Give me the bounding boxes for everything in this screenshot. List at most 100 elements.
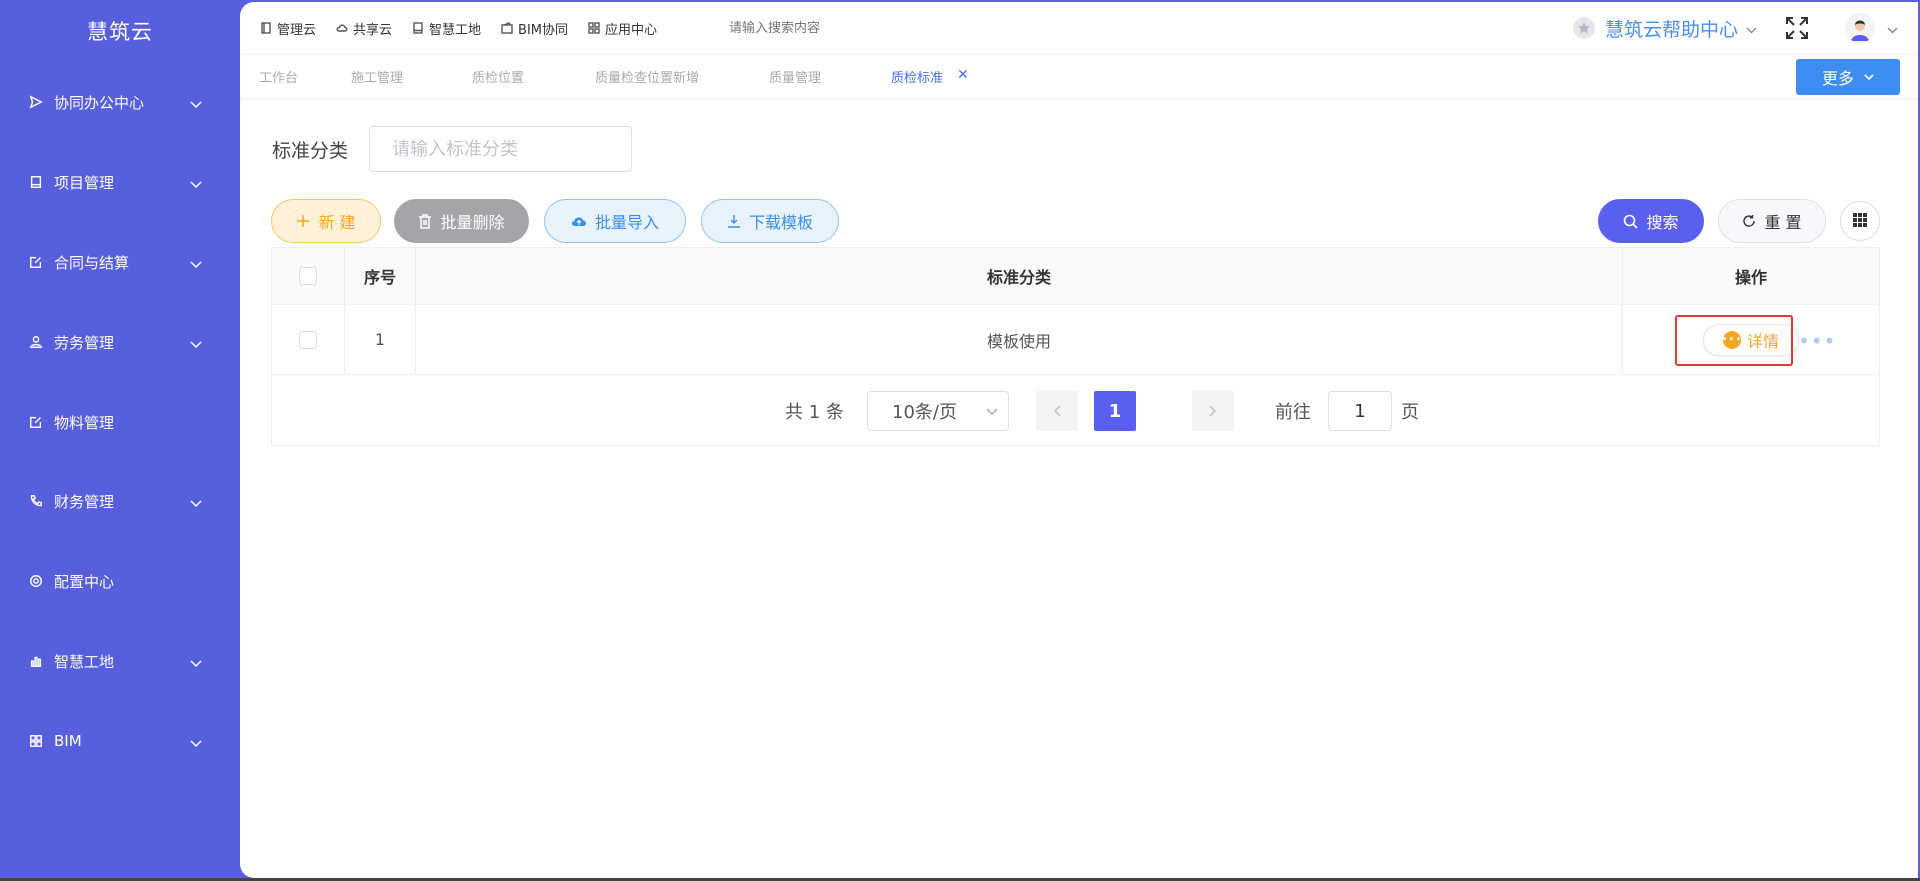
plus-icon [296, 214, 310, 228]
topnav-label: 智慧工地 [429, 22, 482, 38]
sidebar-item-label: 智慧工地 [54, 652, 115, 671]
chevron-down-icon [986, 408, 998, 416]
new-button[interactable]: 新 建 [271, 199, 381, 243]
page-suffix: 页 [1401, 402, 1419, 423]
main-panel: 管理云 共享云 智慧工地 BIM协同 应用中心 慧筑云帮助中心 [240, 2, 1918, 878]
batch-import-label: 批量导入 [594, 213, 659, 232]
topnav-bim-collab[interactable]: BIM协同 [501, 19, 568, 38]
row-checkbox-cell [272, 305, 345, 374]
user-icon [28, 334, 44, 350]
book-icon [28, 174, 44, 190]
topnav-shared-cloud[interactable]: 共享云 [336, 19, 392, 38]
next-page-button[interactable] [1192, 391, 1234, 431]
search-button-label: 搜索 [1646, 213, 1679, 232]
topnav-label: 共享云 [353, 22, 393, 38]
tab-workbench[interactable]: 工作台 [259, 67, 298, 86]
top-search-input[interactable] [729, 14, 930, 42]
tab-inspection-location-add[interactable]: 质量检查位置新增 [595, 67, 699, 86]
page-size-value: 10条/页 [892, 402, 957, 423]
topnav-management-cloud[interactable]: 管理云 [260, 19, 316, 38]
chevron-down-icon[interactable] [1746, 19, 1757, 38]
cloud-upload-icon [571, 215, 587, 227]
select-all-checkbox[interactable] [299, 267, 317, 285]
fullscreen-icon[interactable] [1785, 16, 1809, 40]
reset-button-label: 重 置 [1764, 213, 1802, 232]
tab-construction[interactable]: 施工管理 [351, 67, 403, 86]
detail-button[interactable]: ••• 详情 [1703, 323, 1799, 356]
cloud-icon [336, 22, 348, 34]
tab-close-icon[interactable]: ✕ [957, 67, 969, 83]
top-nav: 管理云 共享云 智慧工地 BIM协同 应用中心 [240, 2, 930, 54]
doc-icon [260, 22, 272, 34]
prev-page-button[interactable] [1036, 391, 1078, 431]
more-label: 更多 [1821, 69, 1854, 88]
more-actions-icon[interactable]: ••• [1798, 329, 1836, 353]
gear-icon [28, 573, 44, 589]
refresh-icon [1742, 214, 1756, 228]
top-right: 慧筑云帮助中心 [1572, 2, 1898, 54]
sidebar: 慧筑云 协同办公中心 项目管理 合同与结算 劳务管理 物料管理 财务管理 配置中… [0, 0, 240, 881]
sidebar-item-contract[interactable]: 合同与结算 [0, 242, 240, 282]
sidebar-item-labor[interactable]: 劳务管理 [0, 322, 240, 362]
sidebar-item-config[interactable]: 配置中心 [0, 561, 240, 601]
row-no: 1 [345, 305, 416, 374]
detail-button-label: 详情 [1746, 331, 1779, 351]
chevron-down-icon [190, 95, 202, 109]
sidebar-item-bim[interactable]: BIM [0, 721, 240, 761]
more-circle-icon: ••• [1722, 330, 1741, 349]
sidebar-item-label: 物料管理 [54, 413, 115, 432]
table-row: 1 模板使用 ••• 详情 ••• [272, 305, 1879, 375]
help-center-link[interactable]: 慧筑云帮助中心 [1605, 15, 1738, 42]
sidebar-item-finance[interactable]: 财务管理 [0, 481, 240, 521]
tab-quality[interactable]: 质量管理 [769, 67, 821, 86]
chevron-down-icon [1864, 74, 1874, 80]
help-center-icon [1572, 17, 1595, 39]
category-filter-input[interactable] [369, 126, 632, 172]
chevron-right-icon [1209, 405, 1217, 417]
table-header-row: 序号 标准分类 操作 [272, 248, 1879, 305]
grid-icon [28, 733, 44, 749]
search-button[interactable]: 搜索 [1598, 199, 1704, 243]
chevron-down-icon[interactable] [1887, 19, 1898, 38]
sidebar-item-material[interactable]: 物料管理 [0, 402, 240, 442]
chevron-down-icon [190, 494, 202, 508]
download-template-button[interactable]: 下载模板 [701, 199, 839, 243]
sidebar-item-label: 劳务管理 [54, 333, 115, 352]
row-checkbox[interactable] [299, 330, 317, 349]
more-tabs-button[interactable]: 更多 [1796, 59, 1900, 95]
sidebar-item-collab-office[interactable]: 协同办公中心 [0, 82, 240, 122]
sidebar-item-label: BIM [54, 732, 82, 750]
phone-icon [28, 493, 44, 509]
pagination: 共 1 条 10条/页 1 前往 页 [272, 375, 1879, 445]
sidebar-item-smart-site[interactable]: 智慧工地 [0, 641, 240, 681]
page-size-select[interactable]: 10条/页 [867, 391, 1009, 431]
chevron-down-icon [190, 255, 202, 269]
topnav-label: BIM协同 [518, 22, 569, 38]
tab-inspection-location[interactable]: 质检位置 [472, 67, 524, 86]
download-icon [727, 214, 741, 228]
sidebar-item-label: 财务管理 [54, 492, 115, 511]
avatar[interactable] [1845, 13, 1875, 43]
chevron-down-icon [190, 734, 202, 748]
bar-chart-icon [28, 653, 44, 669]
batch-delete-button[interactable]: 批量删除 [394, 199, 529, 243]
user-avatar-icon [1851, 20, 1869, 41]
batch-import-button[interactable]: 批量导入 [544, 199, 686, 243]
reset-button[interactable]: 重 置 [1718, 199, 1826, 243]
tabs-bar: 工作台 施工管理 质检位置 质量检查位置新增 质量管理 质检标准 ✕ 更多 [240, 54, 1918, 98]
column-settings-button[interactable] [1840, 201, 1880, 241]
book-icon [412, 22, 424, 34]
tab-inspection-standard[interactable]: 质检标准 [891, 67, 943, 86]
topnav-smart-site[interactable]: 智慧工地 [412, 19, 481, 38]
current-page-button[interactable]: 1 [1094, 391, 1136, 431]
goto-label: 前往 [1275, 402, 1311, 423]
download-template-label: 下载模板 [748, 213, 813, 232]
standards-table: 序号 标准分类 操作 1 模板使用 ••• 详情 ••• 共 1 条 10条/页 [271, 247, 1880, 446]
sidebar-item-project[interactable]: 项目管理 [0, 162, 240, 202]
batch-delete-label: 批量删除 [440, 213, 505, 232]
topnav-app-center[interactable]: 应用中心 [588, 19, 657, 38]
chevron-left-icon [1053, 405, 1061, 417]
goto-page-input[interactable] [1328, 391, 1392, 431]
wallet-icon [501, 22, 513, 34]
topnav-label: 管理云 [277, 22, 317, 38]
